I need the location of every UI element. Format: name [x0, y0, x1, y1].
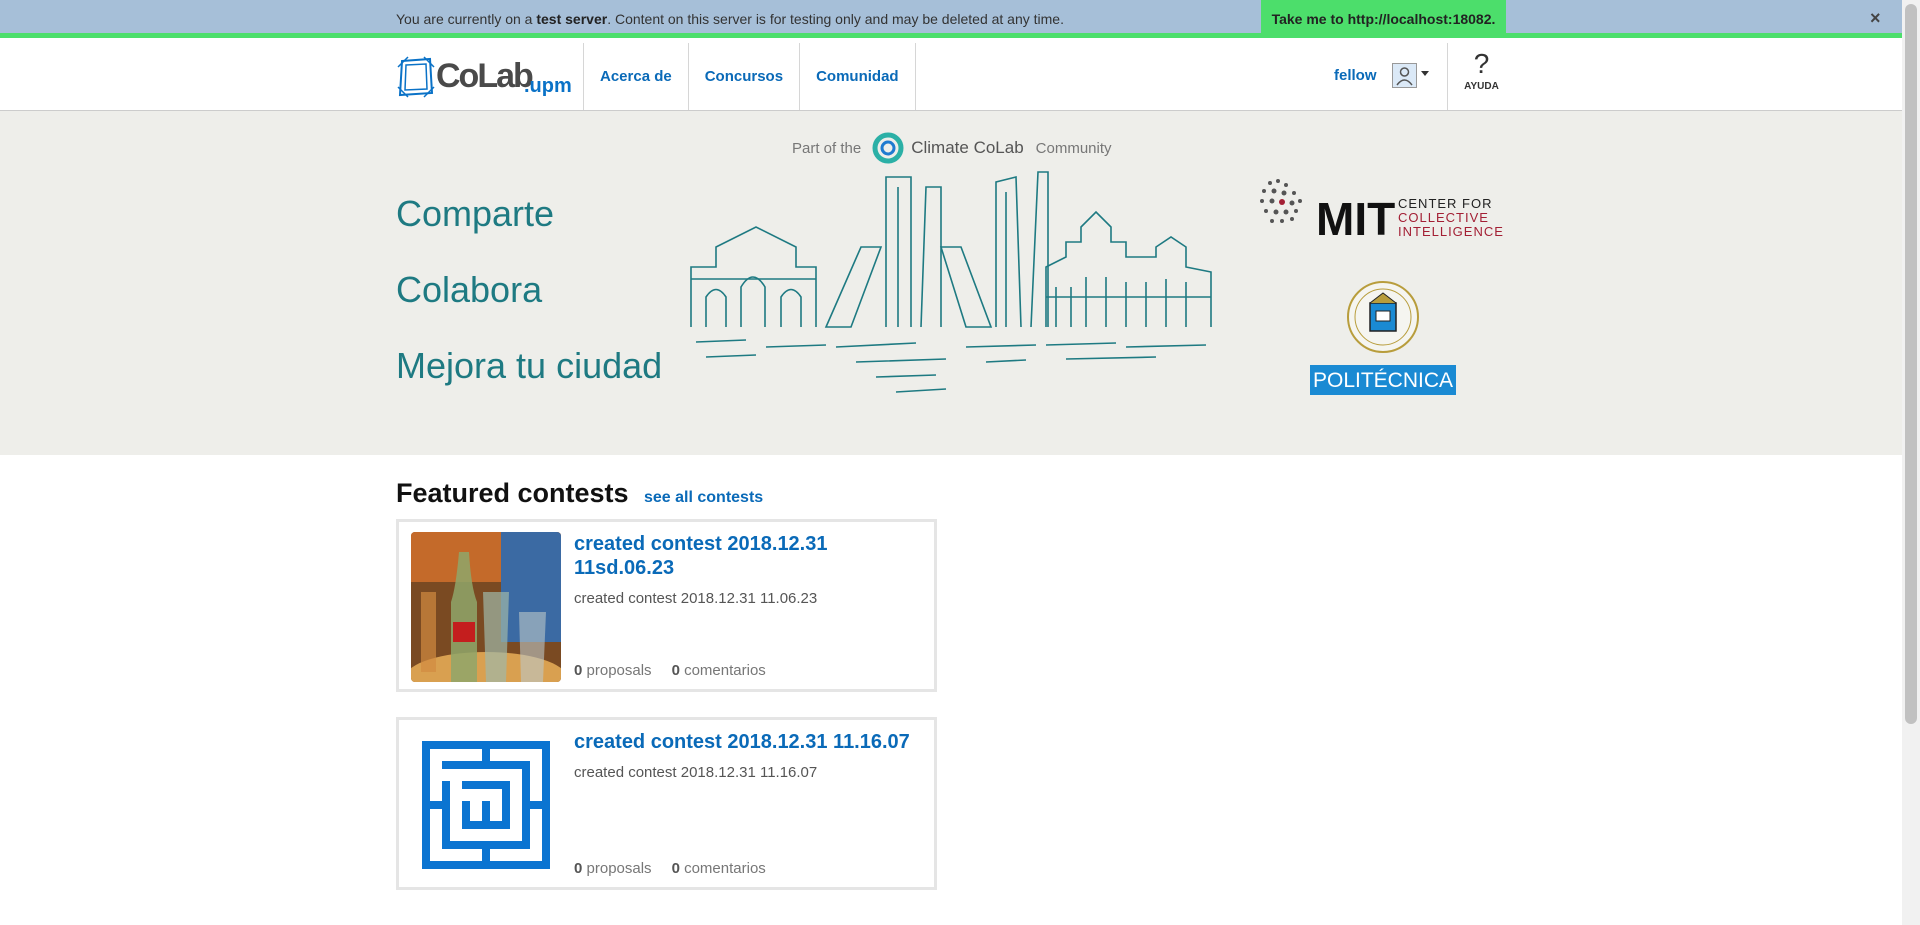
climate-colab-icon — [872, 132, 904, 164]
take-me-to-localhost-button[interactable]: Take me to http://localhost:18082. — [1261, 0, 1506, 38]
contest-card[interactable]: created contest 2018.12.31 11sd.06.23 cr… — [396, 519, 937, 692]
banner-message: You are currently on a test server. Cont… — [396, 11, 1064, 27]
see-all-contests-link[interactable]: see all contests — [644, 489, 763, 507]
proposals-count: 0 — [574, 860, 583, 877]
nav-acerca-de[interactable]: Acerca de — [583, 43, 688, 110]
close-icon[interactable]: × — [1870, 8, 1881, 29]
main-nav: Acerca de Concursos Comunidad — [583, 43, 916, 110]
user-name-link[interactable]: fellow — [1334, 67, 1377, 84]
logo-suffix: .upm — [524, 75, 572, 97]
contest-title-link[interactable]: created contest 2018.12.31 11sd.06.23 — [574, 532, 924, 580]
comments-label: comentarios — [684, 860, 766, 877]
proposals-stat: 0 proposals — [574, 662, 652, 679]
banner-suffix: . Content on this server is for testing … — [607, 11, 1064, 27]
contest-image[interactable] — [411, 532, 561, 682]
contest-description: created contest 2018.12.31 11.06.23 — [574, 590, 818, 607]
part-of-suffix: Community — [1035, 139, 1112, 157]
user-icon — [1396, 67, 1413, 86]
hero-section: Part of the Climate CoLab Community Comp… — [0, 111, 1902, 455]
nav-comunidad[interactable]: Comunidad — [799, 43, 916, 110]
contest-stats: 0 proposals 0 comentarios — [574, 662, 766, 679]
help-label: AYUDA — [1464, 81, 1499, 92]
help-icon: ? — [1473, 48, 1490, 79]
upm-text: POLITÉCNICA — [1313, 369, 1453, 392]
proposals-label: proposals — [586, 662, 652, 679]
nav-concursos[interactable]: Concursos — [687, 43, 799, 110]
site-header: CoLab .upm Acerca de Concursos Comunidad… — [0, 43, 1902, 111]
proposals-count: 0 — [574, 662, 583, 679]
contest-description: created contest 2018.12.31 11.16.07 — [574, 764, 818, 781]
mit-sub-3: INTELLIGENCE — [1398, 224, 1504, 239]
part-of-prefix: Part of the — [792, 139, 862, 157]
logo-text: CoLab — [436, 57, 534, 95]
featured-contests-title: Featured contests — [396, 478, 629, 508]
hero-line-colabora: Colabora — [396, 269, 543, 310]
climate-colab-name[interactable]: Climate CoLab — [911, 138, 1023, 158]
mit-sub-1: CENTER FOR — [1398, 196, 1493, 211]
help-button[interactable]: ? AYUDA — [1447, 43, 1515, 110]
banner-bold: test server — [536, 11, 608, 27]
mit-text: MIT — [1316, 193, 1395, 245]
part-of-community: Part of the Climate CoLab Community — [792, 131, 1112, 165]
madrid-skyline-illustration — [690, 171, 1212, 393]
banner-prefix: You are currently on a — [396, 11, 537, 27]
mit-sub-2: COLLECTIVE — [1398, 210, 1489, 225]
maze-icon — [422, 741, 550, 869]
hero-line-comparte: Comparte — [396, 193, 555, 234]
mit-cci-logo: MIT CENTER FOR COLLECTIVE INTELLIGENCE — [1260, 179, 1504, 245]
test-server-banner: You are currently on a test server. Cont… — [0, 0, 1902, 38]
upm-politecnica-logo: POLITÉCNICA — [1310, 281, 1456, 395]
colab-upm-logo[interactable]: CoLab .upm — [396, 55, 572, 99]
comments-label: comentarios — [684, 662, 766, 679]
avatar[interactable] — [1392, 63, 1417, 88]
comments-stat: 0 comentarios — [672, 662, 766, 679]
comments-count: 0 — [671, 662, 680, 679]
proposals-label: proposals — [586, 860, 652, 877]
contest-photo-bottles — [411, 532, 561, 682]
contest-card[interactable]: created contest 2018.12.31 11.16.07 crea… — [396, 717, 937, 890]
comments-count: 0 — [671, 860, 680, 877]
proposals-stat: 0 proposals — [574, 860, 652, 877]
chevron-down-icon[interactable] — [1421, 71, 1429, 76]
comments-stat: 0 comentarios — [672, 860, 766, 877]
page-scrollbar[interactable] — [1902, 0, 1920, 925]
hero-line-mejora: Mejora tu ciudad — [396, 345, 663, 386]
colab-logo-icon — [397, 56, 435, 98]
scrollbar-thumb[interactable] — [1905, 4, 1917, 724]
contest-stats: 0 proposals 0 comentarios — [574, 860, 766, 877]
contest-title-link[interactable]: created contest 2018.12.31 11.16.07 — [574, 730, 924, 754]
contest-image[interactable] — [411, 730, 561, 880]
